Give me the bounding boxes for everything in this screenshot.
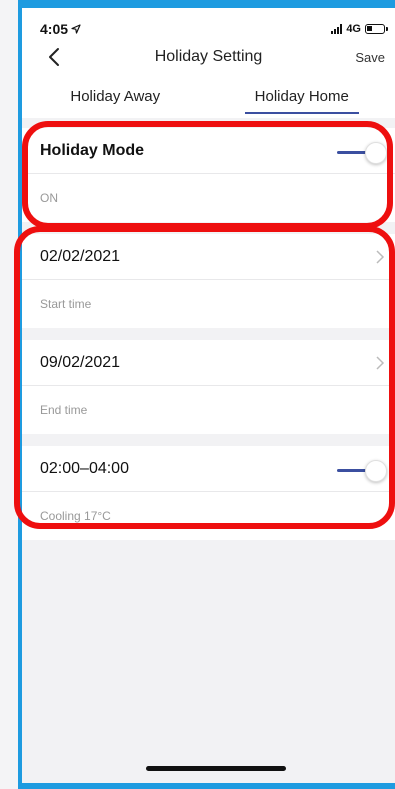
back-chevron-icon[interactable] bbox=[44, 46, 64, 68]
status-time-group: 4:05 bbox=[40, 21, 81, 37]
tab-holiday-home[interactable]: Holiday Home bbox=[209, 88, 395, 118]
time-range-value: 02:00–04:00 bbox=[40, 459, 129, 477]
cooling-caption: Cooling 17°C bbox=[40, 509, 111, 523]
location-arrow-icon bbox=[71, 24, 81, 34]
top-bar: 4:05 4G Holiday Setting Save Holiday Awa… bbox=[22, 8, 395, 118]
divider bbox=[22, 118, 395, 128]
end-date-value: 09/02/2021 bbox=[40, 353, 121, 371]
start-date-card: 02/02/2021 Start time bbox=[22, 234, 395, 328]
holiday-mode-status: ON bbox=[40, 191, 58, 205]
toggle-knob bbox=[365, 142, 387, 164]
start-date-row[interactable]: 02/02/2021 bbox=[22, 234, 395, 280]
tab-bar: Holiday Away Holiday Home bbox=[22, 88, 395, 118]
start-date-value: 02/02/2021 bbox=[40, 247, 121, 265]
time-range-toggle[interactable] bbox=[335, 460, 387, 482]
status-bar: 4:05 4G bbox=[40, 20, 388, 38]
start-time-caption: Start time bbox=[40, 297, 92, 311]
signal-icon bbox=[331, 24, 343, 34]
network-type: 4G bbox=[346, 23, 361, 35]
status-time: 4:05 bbox=[40, 21, 69, 37]
save-button[interactable]: Save bbox=[355, 50, 385, 65]
tab-holiday-away[interactable]: Holiday Away bbox=[22, 88, 209, 118]
holiday-mode-toggle[interactable] bbox=[335, 142, 387, 164]
holiday-mode-row: Holiday Mode bbox=[22, 128, 395, 174]
page-title: Holiday Setting bbox=[154, 48, 263, 65]
chevron-right-icon bbox=[376, 250, 385, 264]
holiday-mode-label: Holiday Mode bbox=[40, 141, 145, 159]
end-time-caption: End time bbox=[40, 403, 88, 417]
nav-bar: Holiday Setting Save bbox=[22, 44, 395, 70]
phone-screen: 4:05 4G Holiday Setting Save Holiday Awa… bbox=[22, 8, 395, 783]
home-indicator bbox=[146, 766, 286, 771]
time-range-card: 02:00–04:00 Cooling 17°C bbox=[22, 446, 395, 540]
divider bbox=[22, 222, 395, 234]
divider bbox=[22, 328, 395, 340]
status-right: 4G bbox=[331, 23, 388, 35]
time-range-row: 02:00–04:00 bbox=[22, 446, 395, 492]
end-date-row[interactable]: 09/02/2021 bbox=[22, 340, 395, 386]
chevron-right-icon bbox=[376, 356, 385, 370]
toggle-knob bbox=[365, 460, 387, 482]
end-date-card: 09/02/2021 End time bbox=[22, 340, 395, 434]
backdrop bbox=[0, 0, 18, 789]
holiday-mode-card: Holiday Mode ON bbox=[22, 128, 395, 222]
divider bbox=[22, 434, 395, 446]
battery-icon bbox=[365, 24, 388, 34]
